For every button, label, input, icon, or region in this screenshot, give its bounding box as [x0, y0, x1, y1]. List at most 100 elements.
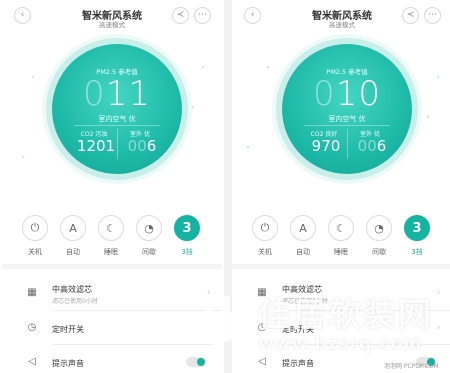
mode-level-3[interactable]: 3 3挡 [404, 215, 430, 257]
gauge-divider [74, 125, 160, 126]
decor-dot [202, 66, 204, 68]
decor-dot [32, 76, 34, 78]
outdoor-number: 6 [376, 137, 387, 155]
mode-intermittent[interactable]: ◔ 间歇 [366, 215, 392, 257]
filter-row[interactable]: ▦ 中高效滤芯 滤芯已使用0小时 › [2, 276, 222, 308]
level-icon: 3 [404, 215, 430, 241]
outdoor-leading-zeros: 00 [357, 137, 377, 155]
level-icon: 3 [174, 215, 200, 241]
more-icon: ⋯ [428, 10, 437, 20]
sound-title: 提示声音 [282, 359, 314, 368]
mode-label: 睡眠 [334, 248, 348, 256]
chevron-right-icon: › [437, 323, 441, 333]
share-button[interactable]: ≺ [172, 7, 189, 24]
share-icon: ≺ [406, 10, 415, 20]
outdoor-leading-zeros: 00 [127, 137, 147, 155]
mode-label: 间歇 [372, 248, 386, 256]
sound-row: ◁ 提示声音 [2, 345, 222, 373]
timer-row[interactable]: ◷ 定时开关 › [2, 311, 222, 343]
moon-icon: ☾ [98, 215, 124, 241]
mode-label: 关机 [28, 248, 42, 256]
filter-title: 中高效滤芯 [282, 285, 322, 294]
decor-dot [247, 146, 249, 148]
more-button[interactable]: ⋯ [424, 7, 441, 24]
timer-row[interactable]: ◷ 定时开关 › [232, 311, 450, 343]
filter-title: 中高效滤芯 [52, 285, 92, 294]
gauge-divider [304, 125, 390, 126]
source-credit: 泡泡网 PCPOP.COM [384, 363, 439, 370]
indoor-quality-label: 室内空气 优 [98, 115, 136, 123]
filter-icon: ▦ [27, 287, 37, 298]
pm25-number: 11 [105, 74, 151, 114]
clock-icon: ◷ [257, 322, 267, 333]
section-separator [2, 264, 222, 269]
more-button[interactable]: ⋯ [194, 7, 211, 24]
pm25-leading-zero: 0 [83, 74, 106, 114]
filter-row[interactable]: ▦ 中高效滤芯 滤芯已使用0小时 › [232, 276, 450, 308]
screen-divider [224, 0, 232, 373]
section-separator [232, 264, 450, 269]
mode-label: 睡眠 [104, 248, 118, 256]
air-quality-panel: PM2.5 参考值 010 室内空气 优 CO2 良好 970 室外 优 006 [232, 36, 450, 216]
mode-off[interactable]: ⏻ 关机 [22, 215, 48, 257]
filter-usage: 滤芯已使用0小时 [282, 298, 328, 305]
mode-intermittent[interactable]: ◔ 间歇 [136, 215, 162, 257]
mode-label: 关机 [258, 248, 272, 256]
chevron-right-icon: › [437, 288, 441, 298]
auto-icon: A [60, 215, 86, 241]
outdoor-number: 6 [146, 137, 157, 155]
toggle-knob [197, 358, 205, 366]
pm25-leading-zero: 0 [313, 74, 336, 114]
speaker-icon: ◁ [28, 356, 36, 367]
air-quality-gauge: PM2.5 参考值 011 室内空气 优 CO2 污浊 1201 室外 优 00… [52, 44, 182, 174]
mode-label: 3挡 [411, 248, 423, 256]
sound-title: 提示声音 [52, 359, 84, 368]
mode-auto[interactable]: A 自动 [290, 215, 316, 257]
power-icon: ⏻ [252, 215, 278, 241]
co2-value: 970 [311, 137, 341, 155]
intermittent-icon: ◔ [366, 215, 392, 241]
share-button[interactable]: ≺ [402, 7, 419, 24]
moon-icon: ☾ [328, 215, 354, 241]
top-bar: ‹ 智米新风系统 高速模式 ≺ ⋯ [232, 4, 450, 30]
filter-usage: 滤芯已使用0小时 [52, 298, 98, 305]
decor-dot [22, 156, 24, 158]
mode-off[interactable]: ⏻ 关机 [252, 215, 278, 257]
timer-title: 定时开关 [282, 325, 314, 334]
filter-icon: ▦ [257, 287, 267, 298]
co2-value: 1201 [76, 137, 116, 155]
mode-label: 间歇 [142, 248, 156, 256]
auto-icon: A [290, 215, 316, 241]
decor-dot [192, 106, 194, 108]
mode-label: 自动 [296, 248, 310, 256]
power-icon: ⏻ [22, 215, 48, 241]
speaker-icon: ◁ [258, 356, 266, 367]
sound-toggle[interactable] [186, 357, 206, 367]
mode-label: 自动 [66, 248, 80, 256]
clock-icon: ◷ [27, 322, 37, 333]
more-icon: ⋯ [198, 10, 207, 20]
air-quality-gauge: PM2.5 参考值 010 室内空气 优 CO2 良好 970 室外 优 006 [282, 44, 412, 174]
decor-dot [267, 66, 269, 68]
top-bar: ‹ 智米新风系统 高速模式 ≺ ⋯ [2, 4, 222, 30]
chevron-right-icon: › [207, 288, 211, 298]
pm25-value: 010 [282, 74, 412, 114]
pm25-value: 011 [52, 74, 182, 114]
timer-title: 定时开关 [52, 325, 84, 334]
mode-auto[interactable]: A 自动 [60, 215, 86, 257]
outdoor-value: 006 [120, 137, 164, 155]
share-icon: ≺ [176, 10, 185, 20]
mode-level-3[interactable]: 3 3挡 [174, 215, 200, 257]
mode-subtitle: 高速模式 [99, 21, 125, 29]
mode-sleep[interactable]: ☾ 睡眠 [328, 215, 354, 257]
decor-dot [437, 76, 439, 78]
pm25-number: 10 [335, 74, 381, 114]
phone-screen-right: ‹ 智米新风系统 高速模式 ≺ ⋯ PM2.5 参考值 010 室内空气 优 C… [232, 0, 450, 373]
indoor-quality-label: 室内空气 优 [328, 115, 366, 123]
decor-dot [427, 116, 429, 118]
mode-selector: ⏻ 关机 A 自动 ☾ 睡眠 ◔ 间歇 3 3挡 [232, 215, 450, 263]
outdoor-value: 006 [350, 137, 394, 155]
air-quality-panel: PM2.5 参考值 011 室内空气 优 CO2 污浊 1201 室外 优 00… [2, 36, 222, 216]
mode-label: 3挡 [181, 248, 193, 256]
mode-sleep[interactable]: ☾ 睡眠 [98, 215, 124, 257]
